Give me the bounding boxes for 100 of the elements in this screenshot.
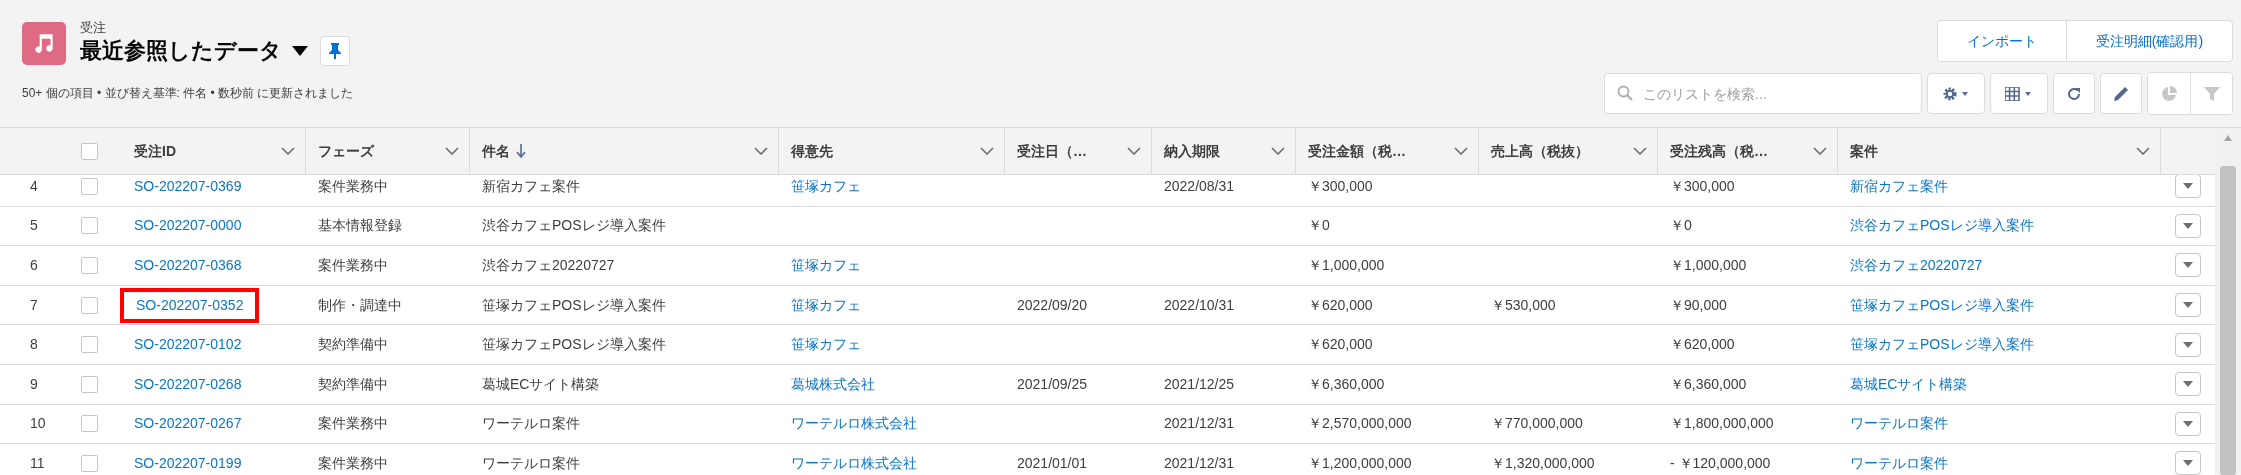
chevron-down-icon[interactable] [754,147,768,155]
table-cell-text: ￥620,000 [1670,335,1735,355]
row-menu-button[interactable] [2175,175,2201,199]
pin-icon [329,43,341,59]
record-link[interactable]: 笹塚カフェ [791,255,861,276]
select-all-checkbox[interactable] [81,142,98,160]
column-header[interactable]: 受注金額（税… [1296,128,1479,174]
row-checkbox[interactable] [81,336,98,354]
record-link[interactable]: 笹塚カフェ [791,175,861,197]
row-number: 4 [30,177,38,194]
table-cell-text: 案件業務中 [318,453,388,473]
table-cell-text: ￥1,000,000 [1670,256,1747,275]
table-cell-text: ￥300,000 [1308,176,1373,196]
row-checkbox[interactable] [81,217,98,235]
record-link[interactable]: ワーテルロ案件 [1850,452,1948,474]
caret-icon [2183,302,2193,309]
chevron-down-icon[interactable] [1633,147,1647,155]
column-header[interactable]: フェーズ [306,128,470,174]
row-menu-button[interactable] [2175,411,2201,436]
column-header[interactable]: 受注ID [114,128,306,174]
column-header[interactable]: 受注残高（税… [1658,128,1838,174]
chevron-down-icon[interactable] [281,147,295,155]
row-menu-button[interactable] [2175,293,2201,318]
row-checkbox[interactable] [81,296,98,314]
record-link[interactable]: 笹塚カフェ [791,334,861,356]
record-link[interactable]: 笹塚カフェPOSレジ導入案件 [1850,294,2034,316]
chevron-down-icon[interactable] [1271,147,1285,155]
table-cell-text: ￥300,000 [1670,176,1735,196]
table-cell-text: 笹塚カフェPOSレジ導入案件 [482,295,666,315]
settings-button[interactable] [1927,73,1985,114]
table-cell-text: 案件業務中 [318,414,388,434]
record-link[interactable]: SO-202207-0352 [136,296,244,313]
pie-chart-icon [2161,85,2177,102]
table-cell-text: 渋谷カフェ20220727 [482,256,615,275]
column-header[interactable]: 売上高（税抜） [1479,128,1658,174]
refresh-button[interactable] [2053,73,2095,114]
record-link[interactable]: ワーテルロ株式会社 [791,413,917,435]
table-cell-text: ￥1,000,000 [1308,256,1385,275]
record-link[interactable]: SO-202207-0268 [134,373,242,395]
record-link[interactable]: SO-202207-0368 [134,255,242,276]
action-button[interactable]: インポート [1938,21,2066,61]
chevron-down-icon[interactable] [1127,147,1141,155]
record-link[interactable]: 笹塚カフェPOSレジ導入案件 [1850,334,2034,356]
record-link[interactable]: 渋谷カフェ20220727 [1850,255,1983,276]
chevron-down-icon[interactable] [1454,147,1468,155]
record-link[interactable]: 渋谷カフェPOSレジ導入案件 [1850,215,2034,237]
table-button[interactable] [1990,73,2048,114]
table-cell-text: ￥0 [1670,216,1692,236]
record-link[interactable]: SO-202207-0199 [134,452,242,474]
action-button[interactable]: 受注明細(確認用) [2066,21,2232,61]
scrollbar-thumb[interactable] [2220,166,2236,475]
column-header[interactable]: 納入期限 [1152,128,1296,174]
row-menu-button[interactable] [2175,213,2201,238]
pin-button[interactable] [320,36,350,66]
chevron-down-icon[interactable] [1813,147,1827,155]
row-menu-button[interactable] [2175,253,2201,278]
table-cell-text: ワーテルロ案件 [482,414,580,434]
scrollbar[interactable] [2215,128,2241,475]
chevron-down-icon[interactable] [2136,147,2150,155]
table-cell-text: 案件業務中 [318,256,388,275]
table-cell-text: 案件業務中 [318,176,388,196]
table-cell-text: ￥6,360,000 [1670,374,1747,394]
table-cell-text: 契約準備中 [318,335,388,355]
record-link[interactable]: 新宿カフェ案件 [1850,175,1948,197]
list-view-picker[interactable]: 最近参照したデータ [80,37,308,65]
column-header[interactable]: 受注日（… [1005,128,1152,174]
chevron-down-icon[interactable] [980,147,994,155]
chevron-down-icon[interactable] [445,147,459,155]
edit-button[interactable] [2100,73,2142,114]
table-cell-text: 2022/09/20 [1017,295,1088,315]
table-cell-text: 2021/09/25 [1017,374,1088,394]
record-link[interactable]: 葛城株式会社 [791,373,875,395]
row-menu-button[interactable] [2175,372,2201,397]
record-link[interactable]: SO-202207-0267 [134,413,242,435]
row-checkbox[interactable] [81,454,98,472]
record-link[interactable]: SO-202207-0102 [134,334,242,356]
row-number: 7 [30,296,38,313]
table-cell-text: 2021/12/31 [1164,414,1235,434]
table-cell-text: ￥620,000 [1308,295,1373,315]
record-link[interactable]: 笹塚カフェ [791,294,861,316]
record-link[interactable]: ワーテルロ株式会社 [791,452,917,474]
row-checkbox[interactable] [81,415,98,433]
record-link[interactable]: SO-202207-0000 [134,215,242,237]
record-link[interactable]: SO-202207-0369 [134,175,242,197]
table-cell-text: ￥6,360,000 [1308,374,1385,394]
column-header[interactable]: 得意先 [779,128,1005,174]
row-checkbox[interactable] [81,177,98,195]
row-checkbox[interactable] [81,375,98,393]
row-menu-button[interactable] [2175,451,2201,475]
row-checkbox[interactable] [81,257,98,274]
record-link[interactable]: ワーテルロ案件 [1850,413,1948,435]
row-menu-button[interactable] [2175,332,2201,357]
column-header[interactable]: 件名 [470,128,779,174]
table-cell-text: ￥530,000 [1491,295,1556,315]
caret-icon [2183,381,2193,388]
record-link[interactable]: 葛城ECサイト構築 [1850,373,1968,395]
caret-icon [292,46,308,56]
search-field[interactable]: このリストを検索... [1604,73,1922,114]
column-header[interactable]: 案件 [1838,128,2161,174]
table-cell-text: 2021/01/01 [1017,453,1088,473]
